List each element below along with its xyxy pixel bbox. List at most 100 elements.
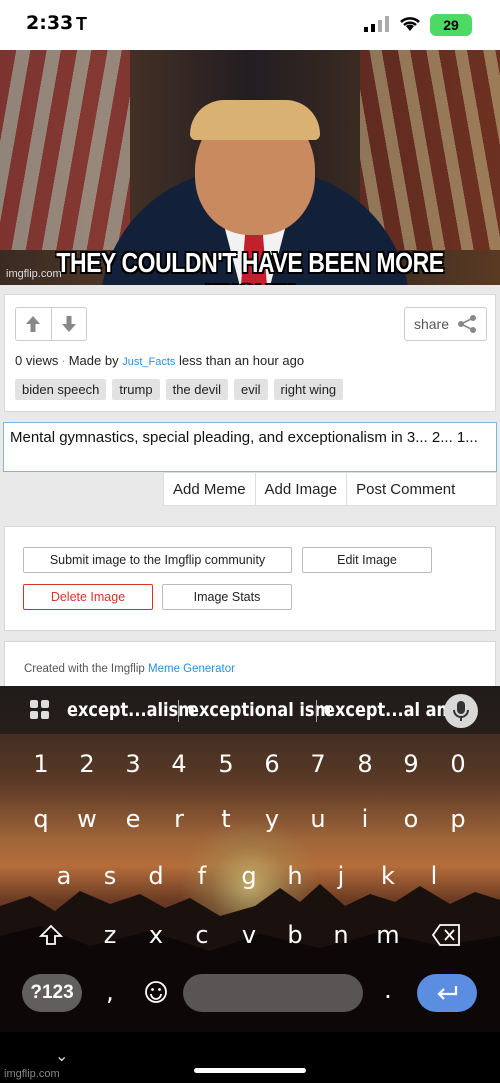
key-l[interactable]: l bbox=[414, 856, 454, 896]
key-d[interactable]: d bbox=[136, 856, 176, 896]
suggestion-bar: except...alism exceptional ism except...… bbox=[0, 686, 500, 734]
key-0[interactable]: 0 bbox=[438, 744, 478, 784]
backspace-key[interactable] bbox=[426, 915, 466, 955]
edit-image-button[interactable]: Edit Image bbox=[302, 547, 432, 573]
symbols-key[interactable]: ?123 bbox=[22, 974, 82, 1012]
shift-icon bbox=[38, 924, 64, 945]
key-i[interactable]: i bbox=[345, 799, 385, 839]
mic-button[interactable] bbox=[444, 694, 478, 728]
key-n[interactable]: n bbox=[321, 915, 361, 955]
status-bar: 2:33 T 29 bbox=[0, 0, 500, 50]
author-link[interactable]: Just_Facts bbox=[122, 356, 175, 368]
key-v[interactable]: v bbox=[229, 915, 269, 955]
key-a[interactable]: a bbox=[44, 856, 84, 896]
add-meme-button[interactable]: Add Meme bbox=[164, 473, 256, 505]
key-z[interactable]: z bbox=[90, 915, 130, 955]
key-1[interactable]: 1 bbox=[21, 744, 61, 784]
created-with-card: Created with the Imgflip Meme Generator bbox=[4, 641, 496, 691]
suggestion-2[interactable]: exceptional ism bbox=[188, 699, 331, 721]
upvote-button[interactable] bbox=[16, 308, 51, 340]
key-x[interactable]: x bbox=[136, 915, 176, 955]
key-b[interactable]: b bbox=[275, 915, 315, 955]
key-w[interactable]: w bbox=[67, 799, 107, 839]
comment-input[interactable]: Mental gymnastics, special pleading, and… bbox=[3, 422, 497, 472]
add-image-button[interactable]: Add Image bbox=[256, 473, 348, 505]
emoji-key[interactable] bbox=[136, 972, 176, 1012]
key-3[interactable]: 3 bbox=[113, 744, 153, 784]
signal-icon bbox=[364, 16, 389, 32]
suggestion-3[interactable]: except...al am bbox=[324, 699, 453, 721]
key-m[interactable]: m bbox=[368, 915, 408, 955]
tag-item[interactable]: biden speech bbox=[15, 379, 107, 400]
key-p[interactable]: p bbox=[438, 799, 478, 839]
submit-image-button[interactable]: Submit image to the Imgflip community bbox=[23, 547, 292, 573]
key-c[interactable]: c bbox=[182, 915, 222, 955]
downvote-button[interactable] bbox=[50, 308, 87, 340]
share-label: share bbox=[413, 316, 450, 332]
key-7[interactable]: 7 bbox=[298, 744, 338, 784]
key-o[interactable]: o bbox=[391, 799, 431, 839]
carrier-icon: T bbox=[76, 14, 87, 34]
shift-key[interactable] bbox=[31, 915, 71, 955]
microphone-icon bbox=[453, 701, 469, 721]
key-q[interactable]: q bbox=[21, 799, 61, 839]
tag-item[interactable]: the devil bbox=[165, 379, 228, 400]
enter-icon bbox=[437, 986, 458, 1000]
key-g[interactable]: g bbox=[229, 856, 269, 896]
key-r[interactable]: r bbox=[159, 799, 199, 839]
view-count: 0 views bbox=[15, 353, 59, 368]
key-h[interactable]: h bbox=[275, 856, 315, 896]
owner-tools-card: Submit image to the Imgflip community Ed… bbox=[4, 526, 496, 631]
key-6[interactable]: 6 bbox=[252, 744, 292, 784]
key-k[interactable]: k bbox=[368, 856, 408, 896]
key-f[interactable]: f bbox=[182, 856, 222, 896]
hide-keyboard-icon[interactable]: ⌄ bbox=[55, 1046, 68, 1066]
key-s[interactable]: s bbox=[90, 856, 130, 896]
image-stats-button[interactable]: Image Stats bbox=[162, 584, 292, 610]
enter-key[interactable] bbox=[417, 974, 477, 1012]
tag-list: biden speech trump the devil evil right … bbox=[15, 379, 344, 400]
key-4[interactable]: 4 bbox=[159, 744, 199, 784]
key-j[interactable]: j bbox=[321, 856, 361, 896]
arrow-down-icon bbox=[61, 316, 76, 332]
share-button[interactable]: share bbox=[404, 307, 487, 341]
made-by-label: Made by bbox=[68, 353, 119, 368]
key-9[interactable]: 9 bbox=[391, 744, 431, 784]
emoji-icon bbox=[145, 981, 167, 1003]
post-comment-button[interactable]: Post Comment bbox=[347, 473, 464, 505]
key-8[interactable]: 8 bbox=[345, 744, 385, 784]
key-t[interactable]: t bbox=[206, 799, 246, 839]
tag-item[interactable]: right wing bbox=[273, 379, 344, 400]
period-key[interactable]: . bbox=[368, 970, 408, 1010]
key-u[interactable]: u bbox=[298, 799, 338, 839]
battery-level: 29 bbox=[443, 17, 459, 33]
flag-right bbox=[360, 50, 500, 250]
vote-group bbox=[15, 307, 87, 341]
key-y[interactable]: y bbox=[252, 799, 292, 839]
meme-generator-link[interactable]: Meme Generator bbox=[148, 663, 235, 675]
arrow-up-icon bbox=[26, 316, 41, 332]
post-time: less than an hour ago bbox=[179, 353, 305, 368]
space-key[interactable] bbox=[183, 974, 363, 1012]
meme-watermark: imgflip.com bbox=[6, 268, 62, 280]
meme-caption: THEY COULDN'T HAVE BEEN MORE "RIGHT" bbox=[56, 247, 444, 285]
delete-image-button[interactable]: Delete Image bbox=[23, 584, 153, 610]
meme-image[interactable]: THEY COULDN'T HAVE BEEN MORE "RIGHT" img… bbox=[0, 50, 500, 285]
key-e[interactable]: e bbox=[113, 799, 153, 839]
backspace-icon bbox=[431, 924, 460, 946]
post-meta: 0 views · Made by Just_Facts less than an … bbox=[15, 353, 305, 368]
tag-item[interactable]: trump bbox=[112, 379, 160, 400]
home-indicator[interactable] bbox=[194, 1068, 306, 1073]
footer-watermark: imgflip.com bbox=[4, 1068, 60, 1080]
post-info-card: share 0 views · Made by Just_Facts less th… bbox=[4, 294, 496, 412]
tag-item[interactable]: evil bbox=[234, 379, 268, 400]
onscreen-keyboard: except...alism exceptional ism except...… bbox=[0, 686, 500, 1032]
apps-grid-icon[interactable] bbox=[30, 700, 50, 720]
suggestion-1[interactable]: except...alism bbox=[67, 699, 195, 721]
key-5[interactable]: 5 bbox=[206, 744, 246, 784]
comment-actions: Add Meme Add Image Post Comment bbox=[163, 472, 497, 506]
key-2[interactable]: 2 bbox=[67, 744, 107, 784]
system-nav-bar: ⌄ imgflip.com bbox=[0, 1032, 500, 1083]
comma-key[interactable]: , bbox=[90, 972, 130, 1012]
created-with-text: Created with the Imgflip Meme Generator bbox=[24, 663, 235, 675]
